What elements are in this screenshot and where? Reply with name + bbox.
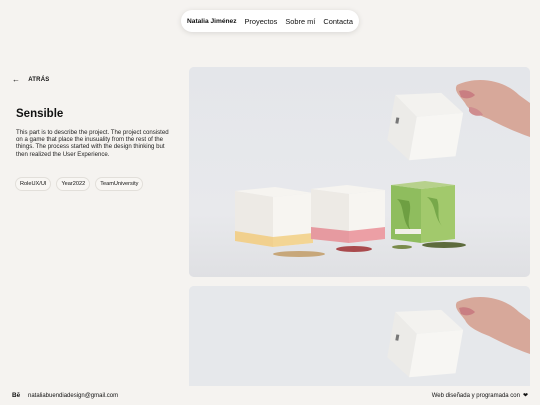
tag-role: RoleUX/UI [15, 177, 52, 191]
heart-icon: ❤ [522, 393, 528, 399]
nav-link-proyectos[interactable]: Proyectos [245, 17, 278, 26]
tag-team: TeamUniversity [95, 177, 144, 191]
project-title: Sensible [16, 108, 64, 120]
behance-icon[interactable]: Bē [12, 392, 20, 399]
top-nav: Natalia Jiménez Proyectos Sobre mí Conta… [181, 10, 359, 32]
project-tags: RoleUX/UI Year2022 TeamUniversity [15, 177, 144, 191]
brand-link[interactable]: Natalia Jiménez [187, 18, 236, 25]
back-label: ATRÁS [28, 76, 50, 83]
tag-year: Year2022 [56, 177, 91, 191]
project-description: This part is to describe the project. Th… [16, 129, 169, 158]
footer-credit: Web diseñada y programada con ❤ [431, 392, 528, 400]
back-link[interactable]: ← ATRÁS [12, 75, 49, 84]
footer: Bē nataliabuendiadesign@gmail.com Web di… [0, 386, 540, 405]
nav-link-contacta[interactable]: Contacta [323, 17, 353, 26]
email-link[interactable]: nataliabuendiadesign@gmail.com [28, 393, 118, 399]
footer-credit-text: Web diseñada y programada con [431, 392, 520, 399]
nav-link-sobre-mi[interactable]: Sobre mí [285, 17, 315, 26]
arrow-left-icon: ← [12, 75, 21, 84]
project-image-1 [189, 67, 530, 277]
